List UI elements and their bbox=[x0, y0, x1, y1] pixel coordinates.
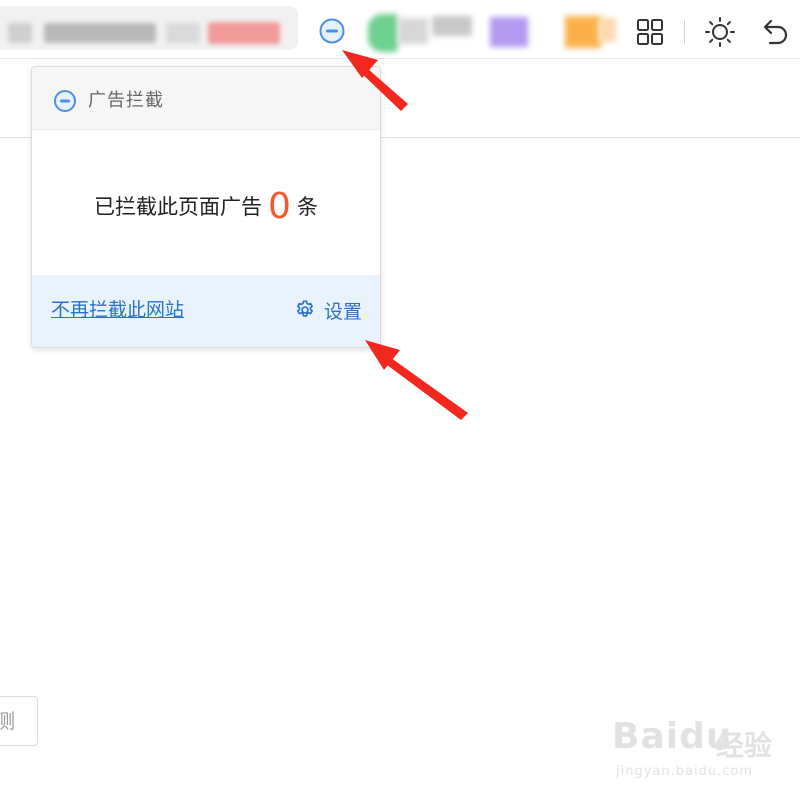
blurred-extension-icon bbox=[432, 16, 472, 36]
adblock-icon[interactable] bbox=[318, 17, 346, 45]
undo-icon[interactable] bbox=[760, 18, 790, 46]
watermark-url: jingyan.baidu.com bbox=[616, 764, 753, 779]
arrow-shaft bbox=[375, 350, 468, 420]
browser-toolbar bbox=[0, 0, 800, 59]
unblock-site-link[interactable]: 不再拦截此网站 bbox=[51, 296, 184, 324]
blurred-extension-icon bbox=[598, 18, 616, 42]
popup-header: 广告拦截 bbox=[32, 67, 380, 130]
blurred-favicon bbox=[8, 23, 32, 43]
gear-icon bbox=[297, 300, 313, 317]
apps-grid-icon[interactable] bbox=[636, 18, 664, 46]
toolbar-divider bbox=[684, 20, 685, 44]
blocked-count: 0 bbox=[268, 186, 291, 227]
blurred-url-text bbox=[44, 23, 156, 43]
arrow-to-settings bbox=[365, 340, 468, 420]
blurred-url-badge bbox=[208, 22, 280, 44]
adblock-popup: 广告拦截 已拦截此页面广告 0 条 不再拦截此网站 设置 bbox=[31, 66, 381, 348]
blurred-extension-icon[interactable] bbox=[490, 17, 528, 47]
blurred-extension-icon bbox=[398, 18, 428, 44]
baidu-watermark: Baidu 经验 jingyan.baidu.com bbox=[612, 714, 792, 790]
popup-footer: 不再拦截此网站 设置 bbox=[32, 275, 380, 347]
watermark-logo: Baidu bbox=[612, 716, 733, 757]
address-bar[interactable] bbox=[0, 6, 298, 50]
popup-body: 已拦截此页面广告 0 条 bbox=[32, 130, 380, 275]
partial-button-label: 测 bbox=[0, 709, 15, 733]
settings-label: 设置 bbox=[323, 300, 362, 323]
popup-title: 广告拦截 bbox=[88, 90, 164, 111]
blurred-url-text bbox=[166, 23, 200, 43]
settings-button[interactable]: 设置 bbox=[294, 296, 362, 324]
blocked-stat: 已拦截此页面广告 0 条 bbox=[32, 186, 380, 227]
stat-suffix: 条 bbox=[296, 195, 318, 219]
blurred-extension-icon[interactable] bbox=[368, 14, 398, 52]
blurred-extension-icon[interactable] bbox=[565, 16, 601, 48]
partial-button[interactable]: 测 bbox=[0, 696, 38, 746]
sun-icon[interactable] bbox=[704, 16, 736, 48]
stat-prefix: 已拦截此页面广告 bbox=[94, 195, 263, 219]
watermark-subtitle: 经验 bbox=[716, 729, 773, 762]
adblock-icon bbox=[54, 90, 76, 112]
